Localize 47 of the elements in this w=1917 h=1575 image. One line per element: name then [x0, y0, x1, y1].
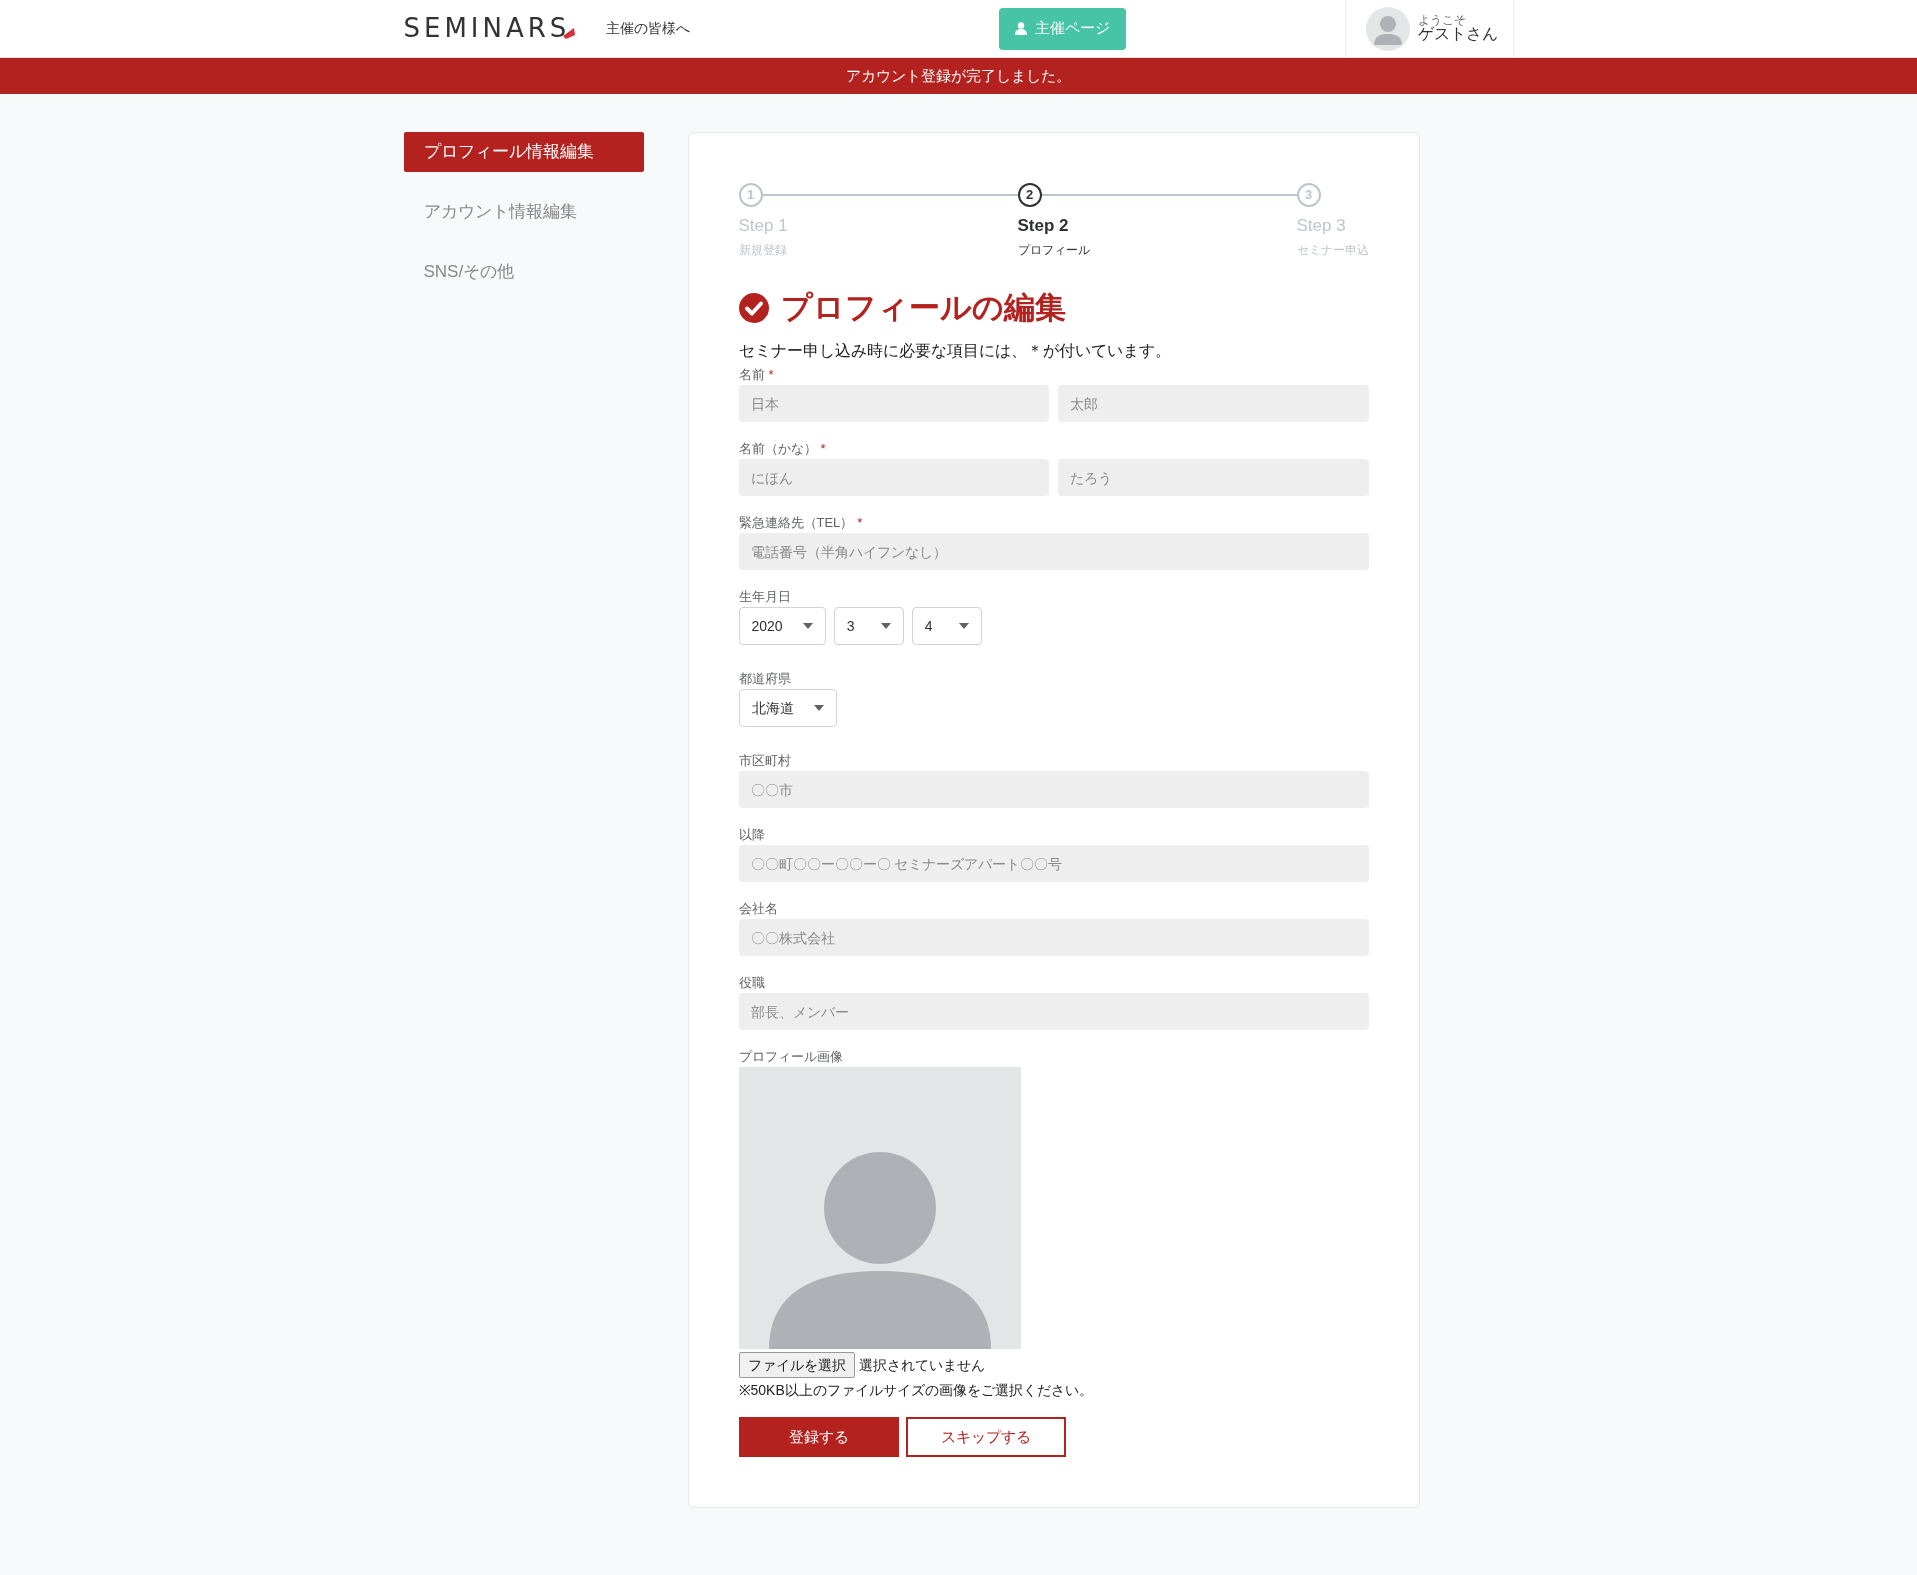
skip-button[interactable]: スキップする	[905, 1417, 1066, 1457]
text-field[interactable]: 〇〇町〇〇ー〇〇ー〇 セミナーズアパート〇〇号	[738, 845, 1369, 882]
field-label: 会社名	[738, 900, 778, 919]
field-label: 名前（かな）	[738, 440, 817, 459]
user-name: ゲストさん	[1417, 26, 1498, 44]
text-field[interactable]: 電話番号（半角ハイフンなし）	[738, 533, 1369, 570]
register-button[interactable]: 登録する	[738, 1417, 899, 1457]
success-banner: アカウント登録が完了しました。	[0, 58, 1917, 94]
step-title: Step 3	[1296, 215, 1347, 237]
step-subtitle: セミナー申込	[1296, 241, 1369, 259]
file-status: 選択されていません	[858, 1355, 985, 1375]
field-label: 以降	[738, 826, 765, 845]
select-field[interactable]: 3	[833, 607, 904, 645]
select-field[interactable]: 4	[911, 607, 982, 645]
file-size-hint: ※50KB以上のファイルサイズの画像をご選択ください。	[738, 1381, 1094, 1400]
field-label: 緊急連絡先（TEL）	[738, 514, 854, 533]
logo[interactable]: SEMINARS	[403, 9, 571, 48]
field-label: 名前	[738, 366, 765, 385]
text-field[interactable]: にほん	[738, 459, 1049, 496]
step-subtitle: 新規登録	[738, 241, 788, 259]
step-title: Step 2	[1017, 215, 1070, 237]
step-subtitle: プロフィール	[1017, 241, 1091, 259]
required-mark: *	[768, 366, 774, 385]
field-label: 役職	[738, 974, 765, 993]
user-menu[interactable]: ようこそ ゲストさん	[1344, 0, 1514, 57]
step-title: Step 1	[738, 215, 789, 237]
required-note: セミナー申し込み時に必要な項目には、＊が付いています。	[738, 341, 1172, 361]
text-field[interactable]: 〇〇市	[738, 771, 1369, 808]
required-mark: *	[820, 440, 826, 459]
select-field[interactable]: 2020	[738, 607, 826, 645]
sidebar-item[interactable]: SNS/その他	[403, 252, 644, 292]
field-label: 生年月日	[738, 588, 791, 607]
text-field[interactable]: 〇〇株式会社	[738, 919, 1369, 956]
organizer-link[interactable]: 主催の皆様へ	[605, 18, 690, 39]
welcome-text: ようこそ	[1417, 13, 1467, 27]
text-field[interactable]: たろう	[1058, 459, 1369, 496]
field-label: プロフィール画像	[738, 1048, 843, 1067]
required-mark: *	[857, 514, 863, 533]
field-label: 市区町村	[738, 752, 791, 771]
text-field[interactable]: 日本	[738, 385, 1049, 422]
select-field[interactable]: 北海道	[738, 689, 837, 727]
sidebar-item[interactable]: プロフィール情報編集	[403, 132, 644, 172]
field-label: 都道府県	[738, 670, 791, 689]
text-field[interactable]: 部長、メンバー	[738, 993, 1369, 1030]
text-field[interactable]: 太郎	[1058, 385, 1369, 422]
file-select-button[interactable]: ファイルを選択	[738, 1352, 855, 1378]
page-heading: プロフィールの編集	[780, 288, 1066, 327]
